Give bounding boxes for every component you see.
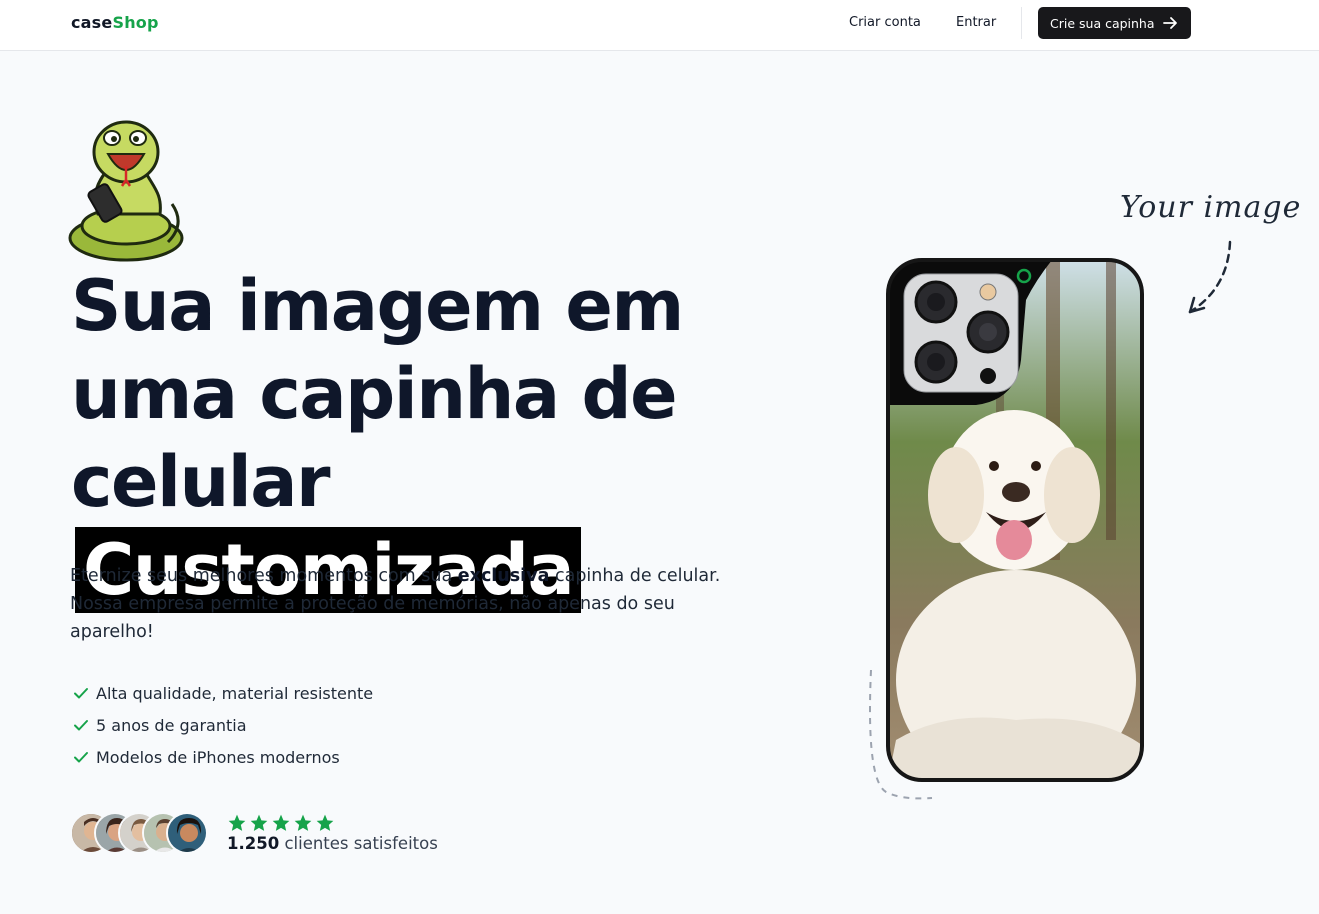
check-icon	[74, 752, 88, 763]
feature-item: Alta qualidade, material resistente	[72, 677, 373, 709]
feature-list: Alta qualidade, material resistente 5 an…	[72, 677, 373, 773]
logo-text-case: case	[71, 13, 113, 32]
star-icon	[272, 814, 290, 831]
curved-arrow-icon	[1188, 240, 1232, 314]
logo[interactable]: caseShop	[71, 13, 159, 32]
star-icon	[228, 814, 246, 831]
headline-line-3: celular	[71, 441, 331, 523]
rating-stars	[227, 813, 335, 833]
snake-mascot-logo	[68, 120, 184, 262]
star-icon	[250, 814, 268, 831]
feature-label: 5 anos de garantia	[96, 715, 247, 735]
avatar	[166, 812, 208, 854]
feature-item: 5 anos de garantia	[72, 709, 373, 741]
feature-item: Modelos de iPhones modernos	[72, 741, 373, 773]
navbar: caseShop Criar conta Entrar Crie sua cap…	[0, 0, 1319, 51]
create-account-link[interactable]: Criar conta	[849, 15, 921, 30]
star-icon	[294, 814, 312, 831]
headline-line-1: Sua imagem em	[71, 265, 684, 347]
desc-bold: exclusiva	[457, 566, 550, 586]
reviews-label: clientes satisfeitos	[279, 834, 438, 853]
hero-description: Eternize seus melhores momentos com sua …	[70, 562, 750, 646]
nav-divider	[1021, 7, 1022, 39]
desc-text-1: Eternize seus melhores momentos com sua	[70, 566, 458, 586]
your-image-label: Your image	[1120, 190, 1302, 225]
phone-case-preview	[869, 258, 1144, 800]
create-case-button[interactable]: Crie sua capinha	[1038, 7, 1191, 39]
check-icon	[74, 720, 88, 731]
reviews-summary: 1.250 clientes satisfeitos	[227, 834, 438, 853]
login-link[interactable]: Entrar	[956, 15, 996, 30]
reviews-count: 1.250	[227, 834, 280, 853]
arrow-right-icon	[1163, 17, 1177, 29]
feature-label: Alta qualidade, material resistente	[96, 683, 374, 703]
star-icon	[316, 814, 334, 831]
feature-label: Modelos de iPhones modernos	[96, 747, 340, 767]
create-case-label: Crie sua capinha	[1050, 15, 1155, 31]
headline-line-2: uma capinha de	[71, 353, 678, 435]
check-icon	[74, 688, 88, 699]
logo-text-shop: Shop	[112, 13, 159, 32]
